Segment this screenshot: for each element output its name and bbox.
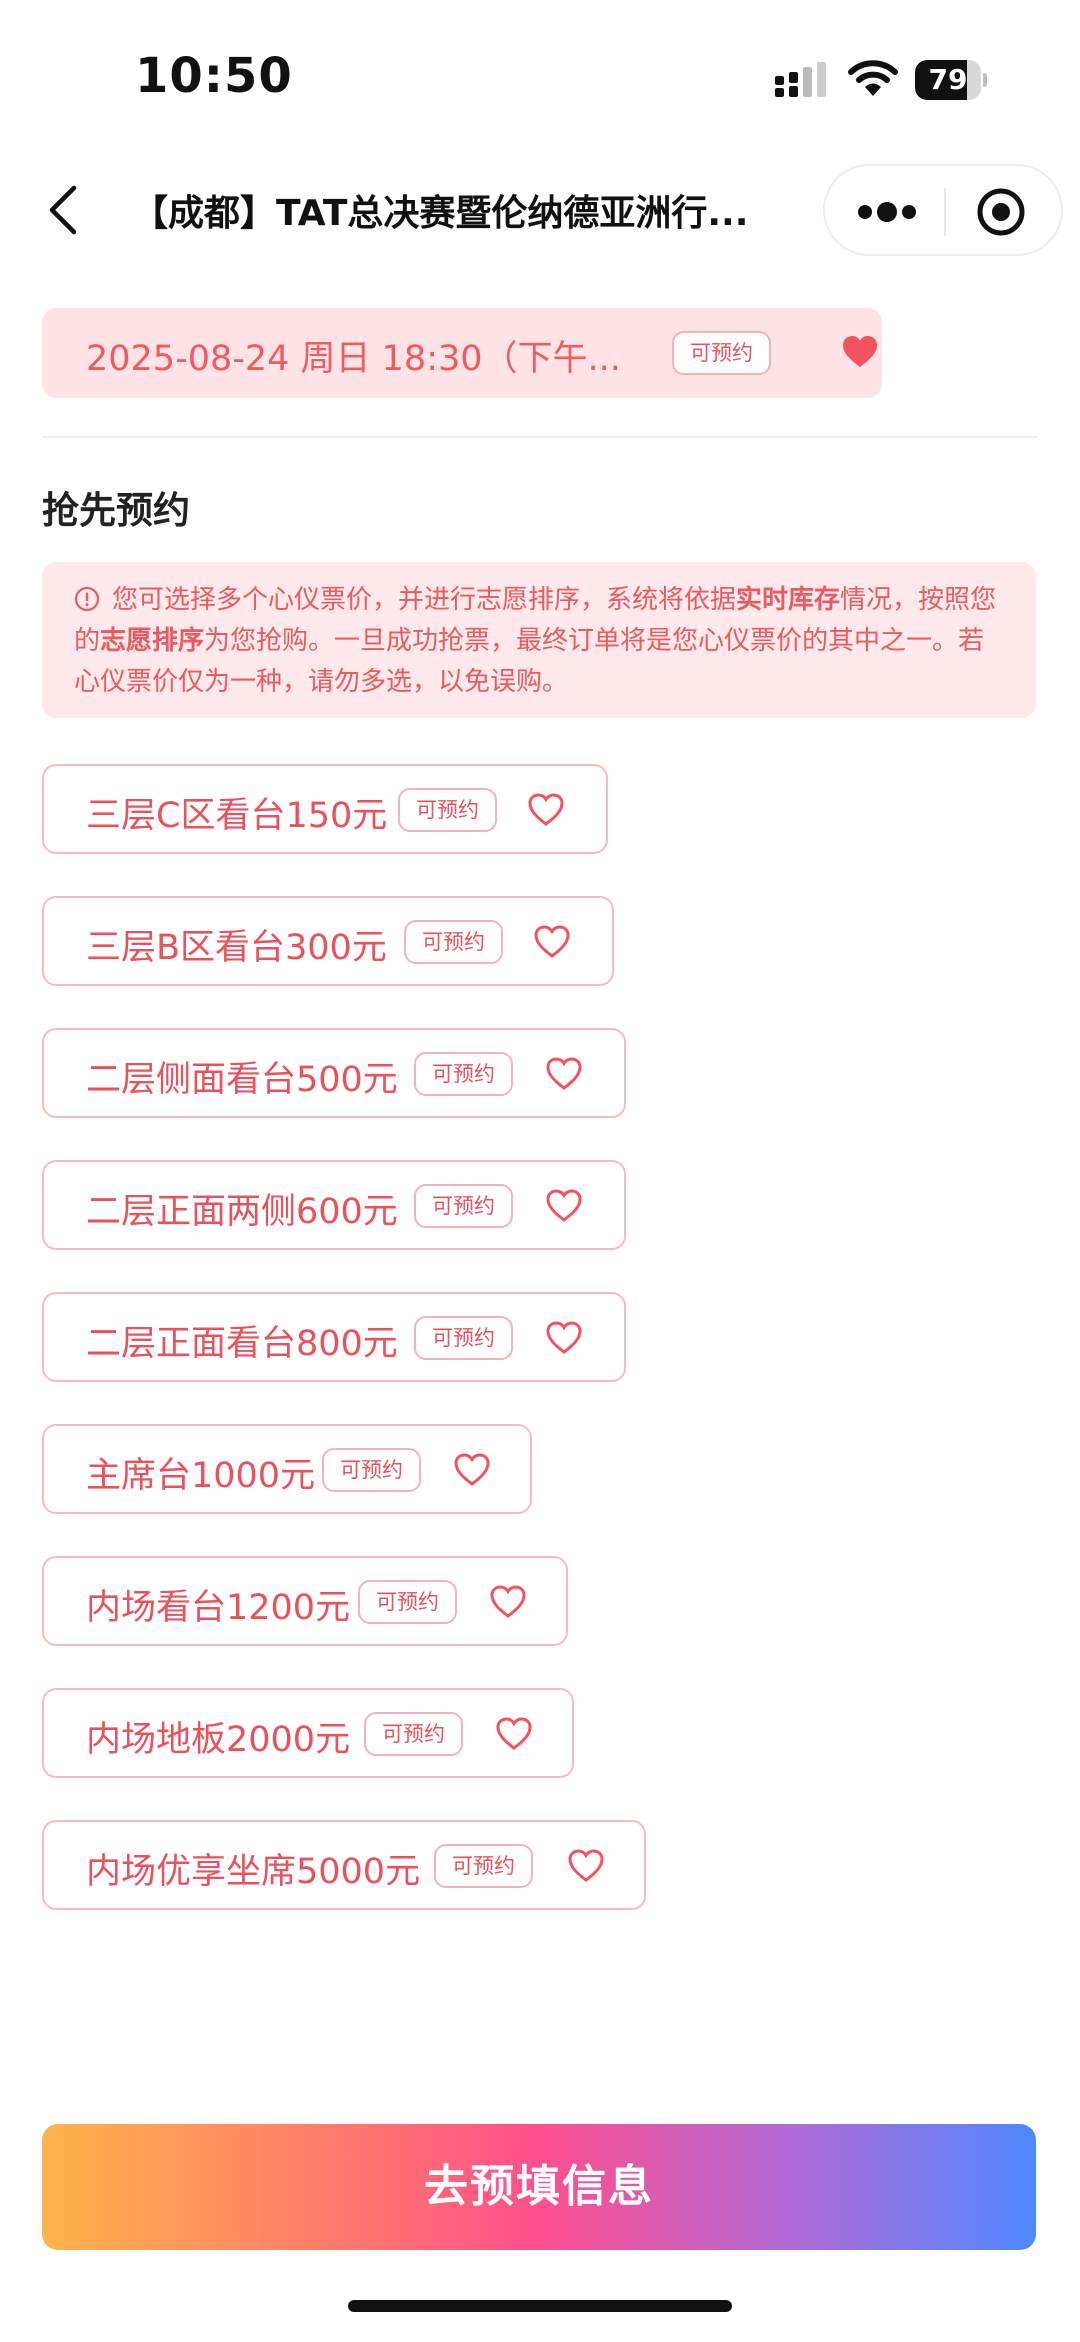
heart-outline-icon[interactable] [526,790,566,830]
heart-outline-icon[interactable] [544,1186,584,1226]
heart-filled-icon[interactable] [840,332,880,372]
notice-box: 您可选择多个心仪票价，并进行志愿排序，系统将依据实时库存情况，按照您的志愿排序为… [42,562,1036,718]
ticket-option[interactable]: 二层正面看台800元 可预约 [42,1292,626,1382]
ticket-label: 二层正面看台800元 [86,1324,398,1364]
session-date-chip[interactable]: 2025-08-24 周日 18:30（下午... 可预约 [42,308,882,398]
available-badge: 可预约 [672,331,771,375]
ticket-option[interactable]: 内场优享坐席5000元 可预约 [42,1820,646,1910]
miniprogram-capsule [823,164,1063,256]
status-bar: 10:50 79 [0,0,1080,150]
warning-icon [74,586,100,612]
prefill-info-label: 去预填信息 [424,2161,654,2212]
available-badge: 可预约 [414,1316,513,1360]
ticket-label: 二层侧面看台500元 [86,1060,398,1100]
battery-icon: 79 [915,60,987,100]
home-indicator [348,2300,732,2312]
heart-outline-icon[interactable] [494,1714,534,1754]
battery-percent: 79 [928,63,968,96]
ticket-option[interactable]: 二层正面两侧600元 可预约 [42,1160,626,1250]
heart-outline-icon[interactable] [532,922,572,962]
ticket-label: 内场地板2000元 [86,1720,351,1760]
ticket-option[interactable]: 三层B区看台300元 可预约 [42,896,614,986]
ticket-label: 主席台1000元 [86,1456,316,1496]
available-badge: 可预约 [364,1712,463,1756]
heart-outline-icon[interactable] [488,1582,528,1622]
ticket-label: 三层B区看台300元 [86,928,387,968]
ticket-label: 内场看台1200元 [86,1588,351,1628]
ticket-option[interactable]: 内场地板2000元 可预约 [42,1688,574,1778]
session-date-text: 2025-08-24 周日 18:30（下午... [86,339,621,379]
page-title: 【成都】TAT总决赛暨伦纳德亚洲行... [132,193,749,234]
heart-outline-icon[interactable] [452,1450,492,1490]
capsule-divider [944,188,946,236]
ticket-label: 二层正面两侧600元 [86,1192,398,1232]
available-badge: 可预约 [434,1844,533,1888]
section-title: 抢先预约 [42,489,190,532]
ticket-option[interactable]: 二层侧面看台500元 可预约 [42,1028,626,1118]
more-options-icon[interactable] [855,188,919,236]
nav-bar: 【成都】TAT总决赛暨伦纳德亚洲行... [0,160,1080,260]
notice-text: 您可选择多个心仪票价，并进行志愿排序，系统将依据实时库存情况，按照您的志愿排序为… [74,585,997,697]
status-time: 10:50 [135,48,293,104]
heart-outline-icon[interactable] [544,1318,584,1358]
ticket-option[interactable]: 内场看台1200元 可预约 [42,1556,568,1646]
prefill-info-button[interactable]: 去预填信息 [42,2124,1036,2250]
heart-outline-icon[interactable] [566,1846,606,1886]
divider [42,436,1038,438]
close-miniprogram-icon[interactable] [975,186,1027,238]
heart-outline-icon[interactable] [544,1054,584,1094]
available-badge: 可预约 [404,920,503,964]
available-badge: 可预约 [414,1052,513,1096]
cellular-signal-icon [775,62,826,97]
ticket-label: 内场优享坐席5000元 [86,1852,421,1892]
available-badge: 可预约 [414,1184,513,1228]
ticket-option[interactable]: 主席台1000元 可预约 [42,1424,532,1514]
available-badge: 可预约 [398,788,497,832]
back-arrow-icon[interactable] [40,180,90,240]
ticket-option[interactable]: 三层C区看台150元 可预约 [42,764,608,854]
ticket-label: 三层C区看台150元 [86,796,388,836]
available-badge: 可预约 [322,1448,421,1492]
wifi-icon [848,60,898,96]
available-badge: 可预约 [358,1580,457,1624]
